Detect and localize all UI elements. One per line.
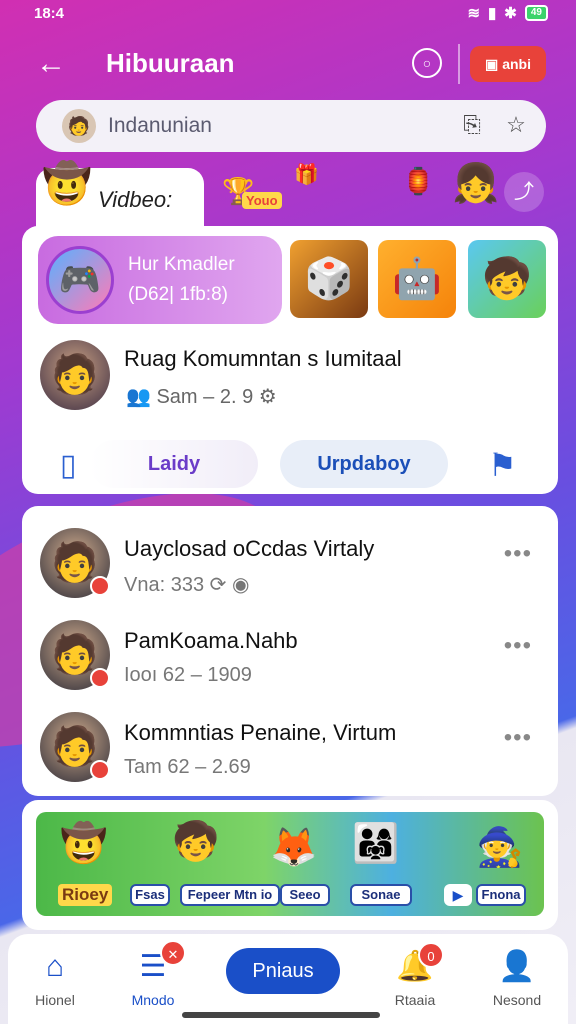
status-dot: [90, 576, 110, 596]
nav-item-profile[interactable]: 👤 Nesond: [472, 948, 562, 1008]
person-name: Ruag Komumntan s Iumitaal: [124, 346, 402, 371]
list-item-title: Uayclosad oCcdas Virtaly: [124, 536, 375, 561]
game-thumbnail-1[interactable]: 🎲: [290, 240, 368, 318]
list-item[interactable]: 🧑 Uayclosad oCcdas Virtaly Vna: 333 ⟳ ◉ …: [22, 514, 558, 606]
refresh-icon: ⟳: [209, 574, 227, 596]
character-icon: 👨‍👩‍👧: [352, 823, 400, 865]
divider: [458, 44, 460, 84]
more-icon[interactable]: •••: [504, 724, 532, 752]
promo-banner[interactable]: 🤠 Rioey 🧒 🦊 👨‍👩‍👧 🧙 Fsas Fepeer Mtn io S…: [36, 812, 544, 916]
avatar: 🧑: [62, 109, 96, 143]
notification-badge: 0: [418, 942, 444, 968]
status-icons: ≋ ▮ ✱ 49: [467, 4, 548, 22]
nav-label: Rtaaia: [394, 992, 436, 1008]
status-time: 18:4: [34, 5, 65, 22]
action-button-right[interactable]: Urpdaboy: [280, 440, 448, 488]
battery-icon: 49: [524, 5, 548, 21]
notification-badge: ✕: [160, 940, 186, 966]
banner-button[interactable]: Fepeer Mtn io: [180, 884, 280, 906]
signal-icon: ▮: [488, 5, 497, 22]
person-row[interactable]: 🧑 Ruag Komumntan s Iumitaal 👥 Sam – 2. 9…: [38, 340, 548, 414]
list-item-sub: Iooı 62 – 1909: [124, 664, 252, 686]
search-bar[interactable]: 🧑 Indanunian ⎘ ☆: [36, 100, 546, 152]
nav-label: Mnodo: [131, 992, 175, 1008]
featured-item[interactable]: 🎮 Hur Kmadler (D62| 1fb:8): [38, 236, 282, 324]
header-action-label: anbi: [502, 56, 531, 72]
more-icon[interactable]: •••: [504, 540, 532, 568]
status-bar: 18:4 ≋ ▮ ✱ 49: [0, 0, 576, 30]
bell-icon: 🔔: [396, 950, 434, 983]
character-icon: 🦊: [270, 827, 318, 869]
star-icon[interactable]: ☆: [502, 112, 530, 140]
tab-row: 🤠 Vidbeo: 🏆 Youo 🎁 🏮 👧 ⤴: [36, 162, 546, 232]
tab-video[interactable]: 🤠 Vidbeo:: [36, 162, 204, 232]
header-action-button[interactable]: ▣ anbi: [470, 46, 546, 82]
nav-item-alerts[interactable]: 🔔 Rtaaia: [370, 948, 460, 1008]
book-icon[interactable]: ▯: [60, 448, 77, 483]
page-title: Hibuuraan: [106, 48, 235, 78]
banner-button[interactable]: Fnona: [476, 884, 526, 906]
coin-icon: ◉: [231, 574, 250, 596]
nav-label: Nesond: [492, 992, 542, 1008]
bottom-nav: ⌂ Hionel ☰ Mnodo ✕ Pniaus 🔔 Rtaaia 0 👤 N…: [8, 934, 568, 1024]
list-item-title: PamKoama.Nahb: [124, 628, 298, 653]
list-item[interactable]: 🧑 Kommntias Penaine, Virtum Tam 62 – 2.6…: [22, 698, 558, 790]
home-icon: ⌂: [45, 950, 65, 983]
share-icon[interactable]: ⤴: [504, 172, 544, 212]
banner-button[interactable]: Sonae: [350, 884, 412, 906]
character-icon: 🧙: [476, 827, 524, 869]
nav-label: Hionel: [35, 992, 75, 1008]
featured-line2: (D62| 1fb:8): [128, 284, 228, 305]
list-item-sub-text: Vna: 333: [124, 574, 205, 596]
nav-item-home[interactable]: ⌂ Hionel: [10, 948, 100, 1008]
list-item-title: Kommntias Penaine, Virtum: [124, 720, 397, 745]
list-item[interactable]: 🧑 PamKoama.Nahb Iooı 62 – 1909 •••: [22, 606, 558, 698]
tab-video-label: Vidbeo:: [98, 187, 173, 212]
banner-card: 🤠 Rioey 🧒 🦊 👨‍👩‍👧 🧙 Fsas Fepeer Mtn io S…: [22, 800, 558, 930]
gear-icon: ⚙: [258, 386, 277, 408]
game-thumbnail-2[interactable]: 🤖: [378, 240, 456, 318]
wifi-icon: ≋: [467, 5, 481, 22]
bluetooth-icon: ✱: [504, 5, 517, 22]
featured-text: Hur Kmadler (D62| 1fb:8): [128, 250, 235, 310]
person-avatar: 🧑: [40, 340, 110, 410]
game-thumbnail-3[interactable]: 🧒: [468, 240, 546, 318]
lantern-icon: 🏮: [402, 166, 435, 196]
banner-button[interactable]: Seeo: [280, 884, 330, 906]
action-button-left[interactable]: Laidy: [90, 440, 258, 488]
cowboy-character-icon: 🤠: [42, 162, 92, 206]
person-sub: 👥 Sam – 2. 9 ⚙: [126, 384, 277, 409]
back-arrow-icon[interactable]: ←: [36, 46, 76, 82]
banner-button[interactable]: Fsas: [130, 884, 170, 906]
featured-card: 🎮 Hur Kmadler (D62| 1fb:8) 🎲 🤖 🧒 🧑 Ruag …: [22, 226, 558, 494]
list-item-sub: Vna: 333 ⟳ ◉: [124, 572, 249, 597]
group-icon: 👥: [126, 386, 151, 408]
play-icon[interactable]: ▶: [444, 884, 472, 906]
action-row: ▯ Laidy Urpdaboy ⚑: [22, 440, 558, 490]
badge-label: Youo: [242, 192, 282, 209]
home-indicator: [182, 1012, 380, 1018]
girl-character-icon: 👧: [452, 163, 500, 205]
gift-icon: 🎁: [294, 164, 319, 186]
featured-line1: Hur Kmadler: [128, 254, 235, 275]
featured-thumbnail: 🎮: [46, 246, 114, 314]
user-icon: 👤: [498, 950, 536, 983]
more-icon[interactable]: •••: [504, 632, 532, 660]
bookmark-icon[interactable]: ⚑: [488, 446, 517, 484]
search-input[interactable]: Indanunian: [108, 114, 458, 138]
banner-logo: Rioey: [58, 884, 113, 906]
video-icon: ▣: [484, 55, 499, 72]
nav-center-button[interactable]: Pniaus: [226, 948, 340, 994]
community-list: 🧑 Uayclosad oCcdas Virtaly Vna: 333 ⟳ ◉ …: [22, 506, 558, 796]
list-item-sub: Tam 62 – 2.69: [124, 756, 251, 778]
status-dot: [90, 760, 110, 780]
status-dot: [90, 668, 110, 688]
top-bar: ← Hibuuraan ○ ▣ anbi: [0, 34, 576, 94]
clipboard-icon[interactable]: ⎘: [458, 112, 486, 140]
character-icon: 🤠: [60, 823, 108, 865]
info-circle-icon[interactable]: ○: [412, 48, 442, 78]
character-icon: 🧒: [172, 821, 220, 863]
person-sub-text: Sam – 2. 9: [156, 386, 254, 408]
